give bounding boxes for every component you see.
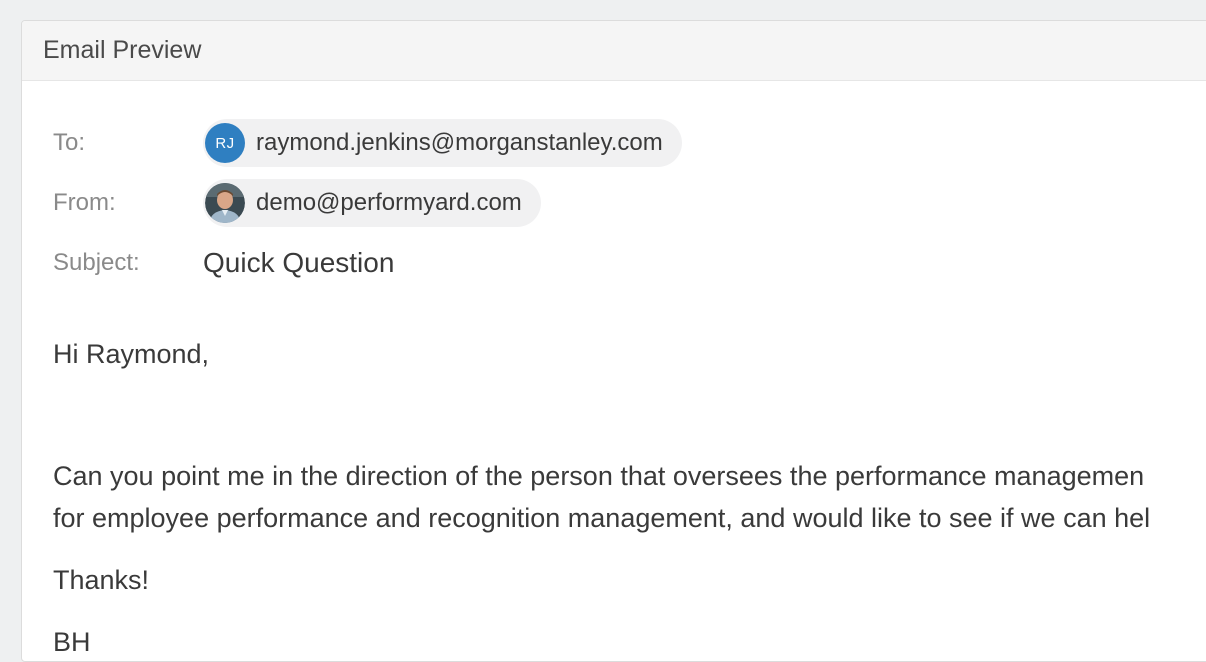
email-preview-panel: Email Preview To: RJ raymond.jenkins@mor…	[21, 20, 1206, 662]
from-label: From:	[53, 189, 116, 216]
recipient-initials: RJ	[215, 134, 235, 152]
recipient-avatar: RJ	[205, 123, 245, 163]
sender-avatar	[205, 183, 245, 223]
panel-title: Email Preview	[43, 36, 202, 64]
subject-label: Subject:	[53, 249, 140, 276]
to-recipient-chip[interactable]: RJ raymond.jenkins@morganstanley.com	[203, 119, 682, 167]
signature-text: BH	[53, 627, 91, 657]
from-address: demo@performyard.com	[256, 189, 522, 216]
panel-header: Email Preview	[22, 21, 1206, 81]
body-line-2: for employee performance and recognition…	[53, 503, 1151, 533]
body-line-1: Can you point me in the direction of the…	[53, 461, 1145, 491]
person-photo-icon	[205, 183, 245, 223]
subject-row: Subject: Quick Question	[53, 239, 394, 287]
to-label: To:	[53, 129, 86, 156]
from-sender-chip[interactable]: demo@performyard.com	[203, 179, 541, 227]
greeting-text: Hi Raymond,	[53, 339, 210, 369]
to-row: To: RJ raymond.jenkins@morganstanley.com	[53, 119, 682, 167]
subject-text: Quick Question	[203, 247, 395, 278]
thanks-text: Thanks!	[53, 565, 150, 595]
to-address: raymond.jenkins@morganstanley.com	[256, 129, 663, 156]
from-row: From: demo@performyard.com	[53, 179, 541, 227]
